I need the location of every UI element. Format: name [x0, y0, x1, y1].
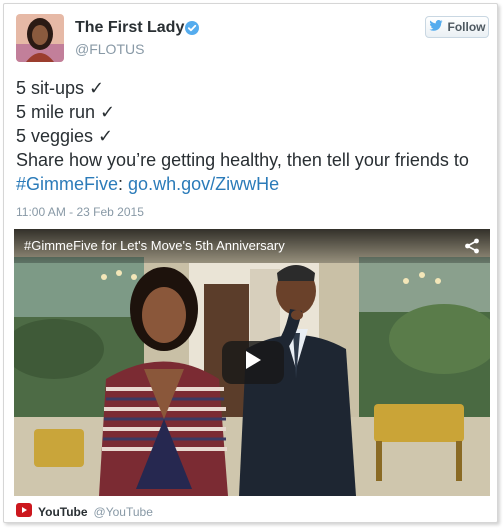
- tweet-line: Share how you’re getting healthy, then t…: [16, 150, 469, 170]
- media-source[interactable]: YouTube @YouTube: [16, 502, 153, 521]
- hashtag-link[interactable]: #GimmeFive: [16, 174, 118, 194]
- play-icon: [244, 350, 262, 375]
- author-handle[interactable]: @FLOTUS: [75, 41, 144, 57]
- embedded-tweet-card: The First Lady @FLOTUS Follow 5 sit-ups …: [3, 3, 498, 523]
- url-link[interactable]: go.wh.gov/ZiwwHe: [128, 174, 279, 194]
- youtube-logo-icon: [16, 502, 32, 521]
- colon-text: :: [118, 174, 124, 194]
- twitter-bird-icon: [428, 20, 443, 34]
- video-title[interactable]: #GimmeFive for Let's Move's 5th Annivers…: [24, 238, 285, 253]
- tweet-text: 5 sit-ups ✓ 5 mile run ✓ 5 veggies ✓ Sha…: [16, 76, 494, 196]
- video-embed[interactable]: #GimmeFive for Let's Move's 5th Annivers…: [14, 229, 490, 496]
- verified-badge-icon: [185, 21, 199, 40]
- source-handle[interactable]: @YouTube: [94, 505, 153, 519]
- tweet-line-links: #GimmeFive: go.wh.gov/ZiwwHe: [16, 172, 494, 196]
- author-name[interactable]: The First Lady: [75, 19, 184, 37]
- tweet-line: 5 mile run ✓: [16, 102, 116, 122]
- follow-label: Follow: [447, 20, 486, 34]
- tweet-line: 5 veggies ✓: [16, 126, 114, 146]
- tweet-line: 5 sit-ups ✓: [16, 78, 105, 98]
- follow-button[interactable]: Follow: [425, 16, 489, 38]
- source-name[interactable]: YouTube: [38, 505, 88, 519]
- play-button[interactable]: [222, 341, 284, 384]
- share-icon[interactable]: [464, 238, 480, 259]
- avatar[interactable]: [16, 14, 64, 62]
- tweet-timestamp[interactable]: 11:00 AM - 23 Feb 2015: [16, 205, 144, 219]
- video-title-bar: #GimmeFive for Let's Move's 5th Annivers…: [14, 229, 490, 263]
